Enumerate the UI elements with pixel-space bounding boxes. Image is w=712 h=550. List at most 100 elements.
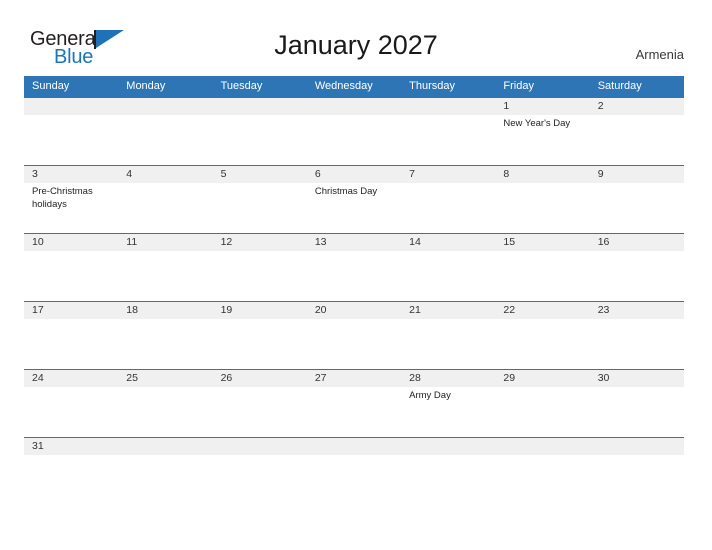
day-events[interactable]	[401, 115, 495, 165]
day-number[interactable]	[495, 438, 589, 455]
day-events[interactable]	[213, 251, 307, 301]
day-number[interactable]: 31	[24, 438, 118, 455]
day-events[interactable]	[213, 387, 307, 437]
day-number[interactable]: 1	[495, 98, 589, 115]
day-events[interactable]	[118, 455, 212, 489]
day-events[interactable]	[24, 387, 118, 437]
day-number[interactable]: 2	[590, 98, 684, 115]
day-number[interactable]: 8	[495, 166, 589, 183]
calendar-week-row: 3 4 5 6 7 8 9 Pre-Christmas holidays Chr…	[24, 165, 684, 233]
calendar-week-row: 24 25 26 27 28 29 30 Army Day	[24, 369, 684, 437]
day-number[interactable]: 5	[213, 166, 307, 183]
day-number[interactable]: 10	[24, 234, 118, 251]
day-number[interactable]	[401, 98, 495, 115]
calendar-week-row: 10 11 12 13 14 15 16	[24, 233, 684, 301]
day-events[interactable]: Army Day	[401, 387, 495, 437]
day-events[interactable]	[495, 183, 589, 233]
day-number[interactable]: 21	[401, 302, 495, 319]
day-events[interactable]: Pre-Christmas holidays	[24, 183, 118, 233]
calendar-grid: Sunday Monday Tuesday Wednesday Thursday…	[24, 76, 684, 489]
day-events[interactable]	[495, 251, 589, 301]
week-date-strip: 17 18 19 20 21 22 23	[24, 302, 684, 319]
day-number[interactable]: 17	[24, 302, 118, 319]
day-events[interactable]	[590, 115, 684, 165]
day-number[interactable]: 24	[24, 370, 118, 387]
week-event-row: Army Day	[24, 387, 684, 437]
day-number[interactable]	[118, 98, 212, 115]
day-number[interactable]: 23	[590, 302, 684, 319]
page-header: General Blue January 2027 Armenia	[0, 0, 712, 76]
day-events[interactable]: Christmas Day	[307, 183, 401, 233]
day-events[interactable]	[24, 115, 118, 165]
day-number[interactable]	[307, 98, 401, 115]
day-events[interactable]	[24, 455, 118, 489]
day-events[interactable]	[401, 319, 495, 369]
day-number[interactable]: 6	[307, 166, 401, 183]
dow-thursday: Thursday	[409, 80, 455, 92]
day-number[interactable]: 25	[118, 370, 212, 387]
day-events[interactable]	[401, 183, 495, 233]
day-number[interactable]: 26	[213, 370, 307, 387]
day-number[interactable]: 3	[24, 166, 118, 183]
day-events[interactable]	[307, 251, 401, 301]
day-number[interactable]: 4	[118, 166, 212, 183]
day-events[interactable]	[495, 455, 589, 489]
day-number[interactable]: 16	[590, 234, 684, 251]
day-events[interactable]	[118, 319, 212, 369]
day-events[interactable]	[213, 455, 307, 489]
day-number[interactable]	[590, 438, 684, 455]
week-date-strip: 31	[24, 438, 684, 455]
day-events[interactable]	[118, 251, 212, 301]
day-events[interactable]	[118, 115, 212, 165]
day-events[interactable]	[590, 183, 684, 233]
day-number[interactable]: 13	[307, 234, 401, 251]
day-number[interactable]: 7	[401, 166, 495, 183]
day-number[interactable]: 29	[495, 370, 589, 387]
day-events[interactable]	[590, 455, 684, 489]
day-events[interactable]	[307, 319, 401, 369]
day-number[interactable]	[401, 438, 495, 455]
day-events[interactable]	[118, 183, 212, 233]
dow-monday: Monday	[126, 80, 166, 92]
day-events[interactable]	[118, 387, 212, 437]
day-events[interactable]	[495, 387, 589, 437]
day-events[interactable]	[495, 319, 589, 369]
dow-saturday: Saturday	[597, 80, 642, 92]
day-events[interactable]	[401, 251, 495, 301]
day-number[interactable]: 9	[590, 166, 684, 183]
day-events[interactable]	[307, 115, 401, 165]
day-number[interactable]: 15	[495, 234, 589, 251]
day-number[interactable]	[307, 438, 401, 455]
day-number[interactable]	[213, 438, 307, 455]
day-events[interactable]	[213, 183, 307, 233]
day-events[interactable]	[213, 319, 307, 369]
day-events[interactable]	[590, 387, 684, 437]
dow-friday: Friday	[503, 80, 534, 92]
day-number[interactable]: 22	[495, 302, 589, 319]
day-number[interactable]: 18	[118, 302, 212, 319]
day-events[interactable]	[401, 455, 495, 489]
day-events[interactable]	[24, 319, 118, 369]
day-number[interactable]: 12	[213, 234, 307, 251]
day-number[interactable]: 27	[307, 370, 401, 387]
day-number[interactable]: 14	[401, 234, 495, 251]
day-of-week-header: Sunday Monday Tuesday Wednesday Thursday…	[24, 76, 684, 97]
day-number[interactable]	[24, 98, 118, 115]
day-events[interactable]	[590, 319, 684, 369]
day-number[interactable]	[213, 98, 307, 115]
day-events[interactable]	[307, 455, 401, 489]
day-number[interactable]: 30	[590, 370, 684, 387]
day-events[interactable]	[24, 251, 118, 301]
day-number[interactable]: 28	[401, 370, 495, 387]
week-date-strip: 3 4 5 6 7 8 9	[24, 166, 684, 183]
day-events[interactable]	[307, 387, 401, 437]
day-events[interactable]: New Year's Day	[495, 115, 589, 165]
dow-sunday: Sunday	[32, 80, 70, 92]
day-events[interactable]	[213, 115, 307, 165]
day-number[interactable]: 19	[213, 302, 307, 319]
day-number[interactable]: 11	[118, 234, 212, 251]
day-number[interactable]	[118, 438, 212, 455]
week-event-row	[24, 251, 684, 301]
day-events[interactable]	[590, 251, 684, 301]
day-number[interactable]: 20	[307, 302, 401, 319]
